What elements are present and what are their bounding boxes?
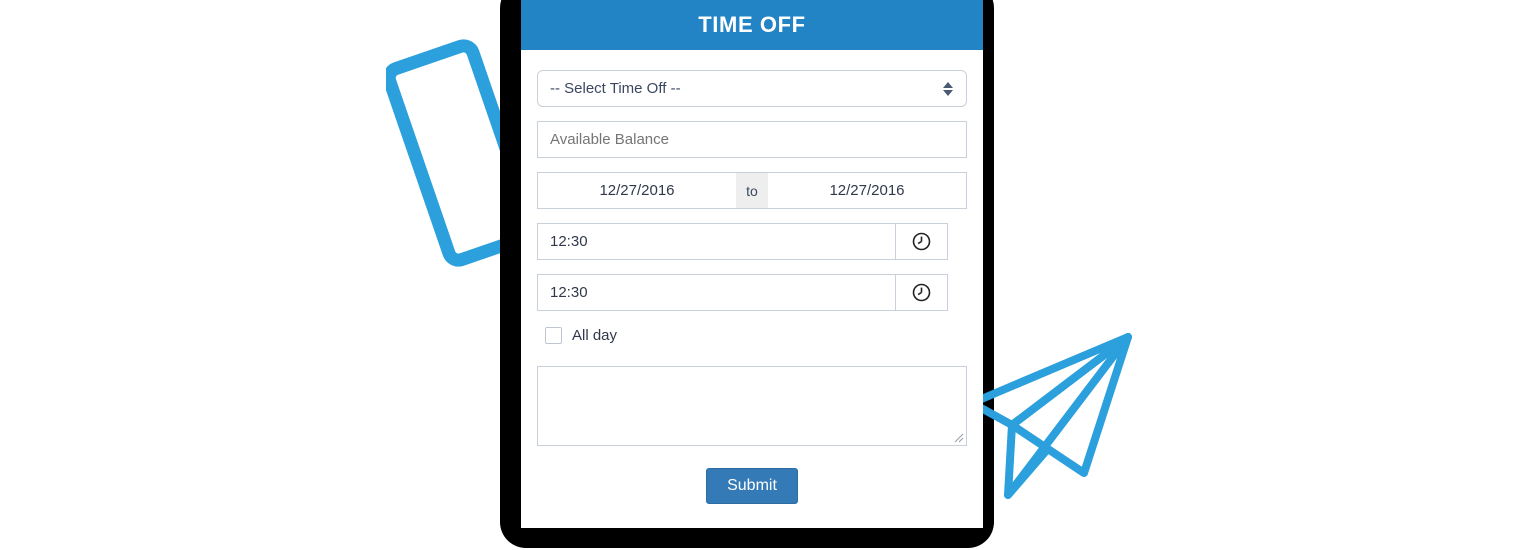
panel-header: TIME OFF: [521, 0, 983, 50]
date-range-separator: to: [736, 172, 768, 209]
timeoff-type-selected-value: -- Select Time Off --: [550, 80, 681, 97]
all-day-checkbox[interactable]: [545, 327, 562, 344]
start-time-input[interactable]: 12:30: [537, 223, 895, 260]
end-time-group: 12:30: [537, 274, 948, 311]
end-date-input[interactable]: 12/27/2016: [768, 172, 967, 209]
all-day-label: All day: [572, 327, 618, 344]
timeoff-form: -- Select Time Off -- 12/27/2016 to 12/2…: [521, 50, 983, 504]
clock-icon: [912, 232, 931, 251]
clock-icon: [912, 283, 931, 302]
start-time-clock-button[interactable]: [895, 223, 948, 260]
submit-button[interactable]: Submit: [706, 468, 798, 504]
end-time-input[interactable]: 12:30: [537, 274, 895, 311]
all-day-row[interactable]: All day: [545, 327, 967, 344]
available-balance-input[interactable]: [537, 121, 967, 158]
timeoff-type-row: -- Select Time Off --: [537, 70, 967, 107]
start-date-input[interactable]: 12/27/2016: [537, 172, 736, 209]
submit-row: Submit: [537, 468, 967, 504]
page-title: TIME OFF: [698, 12, 806, 37]
timeoff-type-select[interactable]: -- Select Time Off --: [537, 70, 967, 107]
available-balance-row: [537, 121, 967, 158]
start-time-row: 12:30: [537, 223, 967, 260]
end-time-row: 12:30: [537, 274, 967, 311]
paper-plane-icon: [968, 333, 1132, 499]
date-range-row: 12/27/2016 to 12/27/2016: [537, 172, 967, 209]
notes-textarea[interactable]: [537, 366, 967, 446]
start-time-group: 12:30: [537, 223, 948, 260]
end-time-clock-button[interactable]: [895, 274, 948, 311]
notes-row: [537, 366, 967, 446]
resize-grip-icon[interactable]: [952, 431, 964, 443]
date-range-group: 12/27/2016 to 12/27/2016: [537, 172, 967, 209]
device-screen: TIME OFF -- Select Time Off -- 12/27/201…: [521, 0, 983, 528]
spinner-updown-icon: [942, 81, 954, 96]
